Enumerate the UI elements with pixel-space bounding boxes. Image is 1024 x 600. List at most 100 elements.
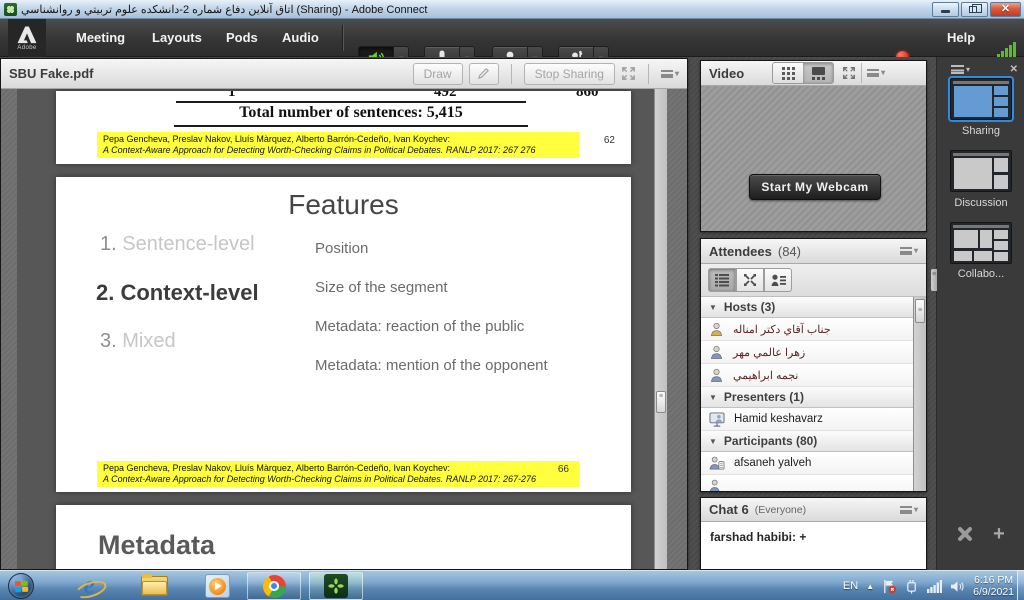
tray-time: 6:16 PM — [973, 574, 1014, 586]
windows-explorer-icon[interactable] — [141, 576, 168, 596]
menubar-separator — [342, 25, 343, 51]
sidebar-close-icon[interactable]: ✕ — [1010, 64, 1018, 75]
attendees-scrollbar-thumb[interactable]: ≡ — [915, 299, 925, 323]
adobe-logo-word: Adobe — [17, 45, 36, 51]
layout-thumb-collaboration[interactable] — [950, 222, 1012, 264]
volume-icon[interactable] — [950, 580, 965, 593]
connection-signal-icon[interactable] — [997, 42, 1016, 58]
attendee-row[interactable]: زهرا عالمي مهر — [701, 341, 926, 364]
attendee-name: نجمه ابراهيمي — [733, 369, 798, 382]
layout-label: Discussion — [937, 197, 1024, 209]
video-pod: Video — [700, 60, 927, 232]
sidebar-menu-icon[interactable]: ▾ — [951, 65, 970, 74]
grid-view-icon — [782, 67, 795, 80]
layout-thumb-sharing[interactable] — [950, 78, 1012, 120]
collapse-triangle-icon: ▼ — [709, 303, 717, 312]
attendee-row[interactable]: afsaneh yalveh — [701, 452, 926, 475]
chat-pod: Chat 6 (Everyone) ▾ farshad habibi: + — [700, 497, 927, 570]
chat-messages[interactable]: farshad habibi: + — [701, 522, 926, 569]
document-scrollbar-thumb[interactable]: ≡ — [656, 391, 666, 413]
presenters-section-header[interactable]: ▼ Presenters (1) — [701, 387, 926, 408]
attendees-pod-menu-icon[interactable]: ▾ — [900, 247, 918, 255]
attendees-pod-title: Attendees — [709, 244, 772, 259]
feature-line: Metadata: mention of the opponent — [315, 357, 548, 374]
layouts-sidebar: ≡ ▾ ✕ Sharing Discussion — [936, 57, 1024, 570]
attendee-list-view-button[interactable] — [708, 268, 736, 292]
attendee-row[interactable]: نجمه ابراهيمي — [701, 364, 926, 387]
filmstrip-view-button[interactable] — [803, 63, 833, 83]
participant-person-icon — [709, 479, 725, 492]
power-plug-icon[interactable] — [905, 579, 919, 594]
attendees-scrollbar[interactable]: ≡ — [913, 297, 926, 491]
manage-layouts-tools-icon[interactable] — [957, 526, 973, 542]
window-title: اتاق آنلاين دفاع شماره 2-دانشكده علوم تر… — [21, 3, 427, 16]
menu-audio[interactable]: Audio — [282, 19, 319, 57]
chat-scope: (Everyone) — [755, 504, 806, 516]
list-item-emphasis: Context-level — [120, 280, 258, 305]
host-person-icon — [709, 345, 724, 360]
participants-section-header[interactable]: ▼ Participants (80) — [701, 431, 926, 452]
media-player-icon[interactable] — [205, 574, 230, 598]
breakout-view-button[interactable] — [736, 268, 764, 292]
video-pod-title: Video — [709, 66, 744, 81]
layout-thumb-discussion[interactable] — [950, 150, 1012, 192]
share-pod-menu-icon[interactable]: ▾ — [661, 70, 679, 78]
restore-button[interactable] — [961, 2, 988, 17]
attendees-pod: Attendees (84) ▾ — [700, 238, 927, 492]
attendees-list: ▼ Hosts (3) جناب آقاي دكتر امناله زهرا ع… — [701, 297, 926, 491]
hosts-section-header[interactable]: ▼ Hosts (3) — [701, 297, 926, 318]
host-person-icon — [709, 322, 724, 337]
attendee-row[interactable]: جناب آقاي دكتر امناله — [701, 318, 926, 341]
tray-date: 6/9/2021 — [973, 586, 1014, 598]
attendee-row-partial[interactable] — [701, 475, 926, 491]
language-indicator[interactable]: EN — [843, 580, 858, 592]
desktop: اتاق آنلاين دفاع شماره 2-دانشكده علوم تر… — [0, 0, 1024, 600]
document-viewer: 1 492 860 Total number of sentences: 5,4… — [17, 89, 667, 569]
menu-help[interactable]: Help — [947, 19, 975, 57]
presenter-screen-icon — [709, 412, 725, 427]
collapse-triangle-icon: ▼ — [709, 437, 717, 446]
attendees-pod-header: Attendees (84) ▾ — [701, 239, 926, 264]
grid-view-button[interactable] — [773, 63, 803, 83]
windows-flag-icon — [15, 581, 29, 593]
citation-highlight: Pepa Gencheva, Preslav Nakov, Lluís Màrq… — [97, 132, 579, 158]
breakout-view-icon — [743, 273, 757, 287]
adobe-connect-taskbar-button[interactable] — [309, 572, 363, 600]
network-signal-icon[interactable] — [927, 580, 942, 593]
tray-expand-icon[interactable]: ▲ — [866, 582, 874, 591]
video-fullscreen-icon[interactable] — [842, 66, 856, 80]
chrome-taskbar-button[interactable] — [247, 572, 301, 600]
draw-button[interactable]: Draw — [413, 63, 463, 85]
add-layout-icon[interactable]: + — [993, 526, 1005, 542]
chat-pod-menu-icon[interactable]: ▾ — [900, 506, 918, 514]
status-view-icon — [771, 274, 786, 287]
video-pod-menu-icon[interactable]: ▾ — [867, 69, 885, 77]
show-desktop-button[interactable] — [1017, 570, 1024, 600]
menu-meeting[interactable]: Meeting — [76, 19, 125, 57]
chrome-icon — [263, 575, 286, 598]
feature-line: Size of the segment — [315, 279, 448, 296]
menu-pods[interactable]: Pods — [226, 19, 258, 57]
adobe-logo[interactable]: Adobe — [8, 19, 46, 57]
attendees-toolbar — [701, 264, 926, 297]
attendee-row[interactable]: Hamid keshavarz — [701, 408, 926, 431]
host-person-icon — [709, 368, 724, 383]
slide-title: Features — [56, 189, 631, 221]
document-scrollbar[interactable]: ≡ — [654, 89, 667, 569]
action-center-flag-icon[interactable] — [882, 579, 897, 594]
start-my-webcam-button[interactable]: Start My Webcam — [749, 174, 881, 200]
close-button[interactable]: ✕ — [990, 2, 1021, 17]
pointer-tool-button[interactable] — [469, 63, 499, 85]
chat-message: farshad habibi: + — [710, 530, 917, 544]
fullscreen-icon[interactable] — [621, 66, 636, 81]
clock[interactable]: 6:16 PM 6/9/2021 — [973, 574, 1014, 598]
window-titlebar[interactable]: اتاق آنلاين دفاع شماره 2-دانشكده علوم تر… — [0, 0, 1024, 19]
minimize-button[interactable] — [932, 2, 959, 17]
start-button[interactable] — [8, 573, 34, 599]
layout-label: Sharing — [937, 125, 1024, 137]
stop-sharing-button[interactable]: Stop Sharing — [524, 63, 615, 85]
internet-explorer-icon[interactable]: e — [74, 572, 104, 600]
menu-layouts[interactable]: Layouts — [152, 19, 202, 57]
attendee-status-view-button[interactable] — [764, 268, 792, 292]
slide-page-number: 62 — [604, 135, 615, 146]
